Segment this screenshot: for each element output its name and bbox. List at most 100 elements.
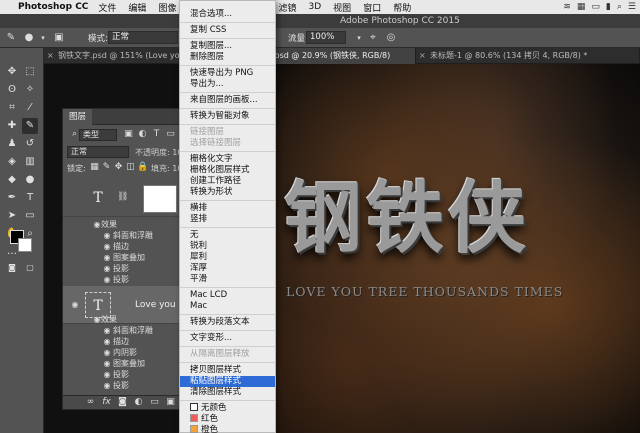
menu-item[interactable]: 栅格化文字	[180, 154, 275, 165]
battery-icon[interactable]: ▮	[606, 2, 611, 12]
grid-icon[interactable]: ▦	[577, 2, 586, 12]
stamp-tool-icon[interactable]: ♟	[4, 136, 20, 152]
lock-paint-icon[interactable]: ✎	[101, 162, 112, 173]
menu-item[interactable]: 无颜色	[180, 403, 275, 414]
brush-tool-icon[interactable]: ✎	[22, 118, 38, 134]
background-color-swatch[interactable]	[18, 238, 32, 252]
lock-all-icon[interactable]: 🔒	[137, 162, 148, 173]
menu-item[interactable]: 拷贝图层样式	[180, 365, 275, 376]
lasso-tool-icon[interactable]: ʘ	[4, 82, 20, 98]
menu-item[interactable]: 竖排	[180, 214, 275, 225]
eye-icon[interactable]: ◉	[101, 380, 113, 392]
lock-pixels-icon[interactable]: ▦	[89, 162, 100, 173]
app-name-menu[interactable]: Photoshop CC	[18, 2, 88, 12]
menu-item[interactable]: Mac	[180, 301, 275, 312]
menu-item[interactable]: 快速导出为 PNG	[180, 68, 275, 79]
new-layer-icon[interactable]: ▣	[165, 397, 176, 408]
menu-list-icon[interactable]: ☰	[628, 2, 636, 12]
move-tool-icon[interactable]: ✥	[4, 64, 20, 80]
menu-item[interactable]: 创建工作路径	[180, 176, 275, 187]
menu-item[interactable]: 删除图层	[180, 52, 275, 63]
type-tool-icon[interactable]: T	[22, 190, 38, 206]
blend-mode-select[interactable]: 正常	[67, 146, 129, 158]
close-icon[interactable]: ×	[47, 48, 54, 64]
eyedropper-tool-icon[interactable]: ⁄	[22, 100, 38, 116]
menu-item[interactable]: 横排	[180, 203, 275, 214]
pen-tool-icon[interactable]: ✒	[4, 190, 20, 206]
menu-filter[interactable]: 滤镜	[279, 1, 297, 14]
dodge-tool-icon[interactable]: ●	[22, 172, 38, 188]
layers-tab[interactable]: 图层	[63, 109, 93, 125]
fx-button[interactable]: fx	[101, 397, 112, 408]
menu-window[interactable]: 窗口	[363, 1, 381, 14]
crop-tool-icon[interactable]: ⌗	[4, 100, 20, 116]
menu-item[interactable]: 复制 CSS	[180, 25, 275, 36]
quick-mask-icon[interactable]: ◙	[4, 260, 20, 276]
marquee-tool-icon[interactable]: ⬚	[22, 64, 38, 80]
menu-image[interactable]: 图像	[158, 1, 176, 14]
flow-dropdown-icon[interactable]: ▾	[352, 31, 366, 45]
flow-input[interactable]: 100%	[306, 31, 346, 44]
shape-filter-icon[interactable]: ▭	[165, 129, 176, 140]
menu-item[interactable]: 橙色	[180, 425, 275, 433]
mode-select[interactable]: 正常	[108, 31, 178, 44]
menu-item[interactable]: 栅格化图层样式	[180, 165, 275, 176]
eye-icon[interactable]: ◉	[101, 274, 113, 286]
menu-item[interactable]: 无	[180, 230, 275, 241]
airbrush-icon[interactable]: ⌖	[366, 31, 380, 45]
pressure-icon[interactable]: ◎	[384, 31, 398, 45]
brush-tool-icon[interactable]: ✎	[4, 31, 18, 45]
eye-icon[interactable]: ◉	[69, 299, 81, 311]
add-mask-icon[interactable]: ◙	[117, 397, 128, 408]
wifi-icon[interactable]: ≋	[563, 2, 571, 12]
lock-artboard-icon[interactable]: ◫	[125, 162, 136, 173]
menu-item[interactable]: 来自图层的画板...	[180, 95, 275, 106]
menu-item[interactable]: 混合选项...	[180, 9, 275, 20]
gradient-tool-icon[interactable]: ▥	[22, 154, 38, 170]
shape-tool-icon[interactable]: ▭	[22, 208, 38, 224]
menu-item[interactable]: 转换为智能对象	[180, 111, 275, 122]
menu-help[interactable]: 帮助	[393, 1, 411, 14]
menu-item[interactable]: 导出为...	[180, 79, 275, 90]
menu-file[interactable]: 文件	[98, 1, 116, 14]
healing-tool-icon[interactable]: ✚	[4, 118, 20, 134]
menu-item[interactable]: 清除图层样式	[180, 387, 275, 398]
menu-item[interactable]: 转换为形状	[180, 187, 275, 198]
link-layers-icon[interactable]: ∞	[85, 397, 96, 408]
screen-mode-icon[interactable]: ▢	[22, 260, 38, 276]
adjust-filter-icon[interactable]: ◐	[137, 129, 148, 140]
path-select-icon[interactable]: ➤	[4, 208, 20, 224]
doc-tab-3[interactable]: × 未标题-1 @ 80.6% (134 拷贝 4, RGB/8) *	[416, 48, 640, 64]
menu-item[interactable]: 犀利	[180, 252, 275, 263]
new-group-icon[interactable]: ▭	[149, 397, 160, 408]
menu-item[interactable]: 红色	[180, 414, 275, 425]
adjustment-layer-icon[interactable]: ◐	[133, 397, 144, 408]
eraser-tool-icon[interactable]: ◈	[4, 154, 20, 170]
menu-item[interactable]: 转换为段落文本	[180, 317, 275, 328]
screen-icon[interactable]: ▭	[591, 2, 600, 12]
menu-item[interactable]: 浑厚	[180, 263, 275, 274]
type-filter-icon[interactable]: T	[151, 129, 162, 140]
menu-item[interactable]: 平滑	[180, 274, 275, 285]
link-icon[interactable]: ⛓	[117, 192, 128, 203]
menu-item[interactable]: Mac LCD	[180, 290, 275, 301]
search-icon[interactable]: ⌕	[617, 2, 622, 12]
lock-move-icon[interactable]: ✥	[113, 162, 124, 173]
kind-filter-select[interactable]: 类型	[79, 129, 117, 141]
pixel-filter-icon[interactable]: ▣	[123, 129, 134, 140]
menu-item[interactable]: 文字变形...	[180, 333, 275, 344]
menu-item[interactable]: 粘贴图层样式	[180, 376, 275, 387]
brush-panel-icon[interactable]: ▣	[52, 31, 66, 45]
blur-tool-icon[interactable]: ◆	[4, 172, 20, 188]
document-canvas[interactable]: 钢铁侠 LOVE YOU TREE THOUSANDS TIMES	[276, 64, 640, 433]
menu-view[interactable]: 视图	[333, 1, 351, 14]
close-icon[interactable]: ×	[419, 48, 426, 64]
menu-edit[interactable]: 编辑	[128, 1, 146, 14]
menu-item[interactable]: 复制图层...	[180, 41, 275, 52]
chevron-down-icon[interactable]: ▾	[36, 31, 50, 45]
quick-select-icon[interactable]: ✧	[22, 82, 38, 98]
menu-item[interactable]: 锐利	[180, 241, 275, 252]
menu-3d[interactable]: 3D	[309, 2, 322, 12]
brush-preset-icon[interactable]: ●	[22, 31, 36, 45]
history-brush-icon[interactable]: ↺	[22, 136, 38, 152]
